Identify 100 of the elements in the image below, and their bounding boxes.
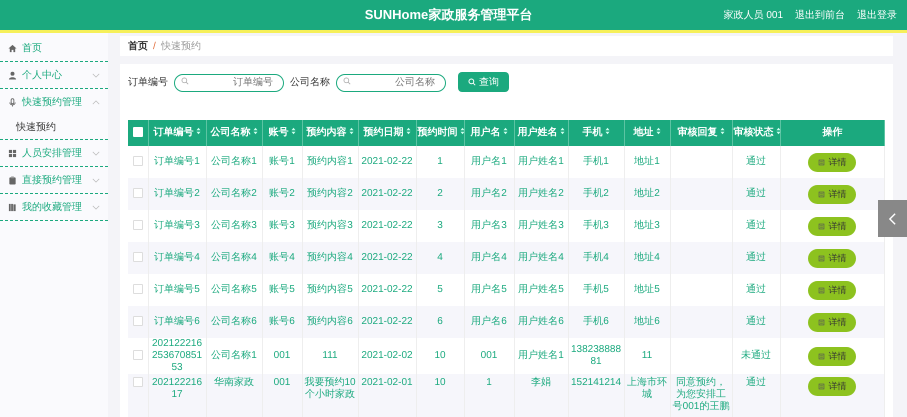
table-cell: 3 [437, 220, 443, 231]
sort-icon[interactable] [196, 127, 200, 135]
details-button[interactable]: 详情 [808, 312, 856, 332]
sort-icon[interactable] [604, 127, 610, 135]
user-icon [8, 70, 17, 80]
app-title: SUNHome家政服务管理平台 [364, 6, 532, 24]
collapse-tab[interactable] [878, 200, 907, 237]
table-cell: 通过 [746, 316, 766, 327]
row-checkbox[interactable] [132, 350, 143, 360]
table-cell: 未通过 [741, 350, 771, 361]
table-cell: 地址6 [634, 316, 660, 327]
table-cell: 6 [437, 316, 443, 327]
column-header[interactable]: 订单编号 [148, 120, 206, 146]
sort-icon[interactable] [560, 127, 564, 135]
details-button[interactable]: 详情 [808, 216, 856, 236]
table-cell: 通过 [746, 188, 766, 199]
table-cell: 001 [480, 350, 498, 361]
details-button[interactable]: 详情 [808, 280, 856, 300]
search-field[interactable]: 公司名称 [336, 74, 446, 92]
table-cell: 手机3 [583, 220, 609, 231]
details-button[interactable]: 详情 [808, 377, 856, 396]
row-checkbox[interactable] [132, 284, 143, 294]
field-label: 公司名称 [290, 76, 330, 89]
column-header[interactable]: 手机 [568, 120, 624, 146]
table-cell: 公司名称6 [211, 316, 257, 327]
table-cell: 1 [486, 377, 492, 388]
details-button[interactable]: 详情 [808, 346, 856, 366]
column-header[interactable]: 预约内容 [302, 120, 358, 146]
table-cell: 公司名称2 [211, 188, 257, 199]
table-cell: 手机4 [583, 252, 609, 263]
table-cell: 2021-02-01 [361, 377, 413, 388]
column-header[interactable]: 用户名 [464, 120, 514, 146]
sort-icon[interactable] [502, 127, 508, 135]
table-cell: 20212221625367085153 [152, 338, 202, 373]
sidebar-item[interactable]: 人员安排管理 [0, 140, 108, 167]
sort-icon[interactable] [252, 127, 258, 135]
sort-icon[interactable] [720, 127, 724, 135]
table-cell: 通过 [746, 252, 766, 263]
table-cell: 用户姓名1 [518, 350, 564, 361]
table-cell: 上海市环城 [627, 377, 667, 400]
column-header[interactable]: 审核状态 [732, 120, 780, 146]
table-cell: 地址5 [634, 284, 660, 295]
table-cell: 预约内容5 [307, 284, 353, 295]
sidebar-item[interactable]: 快速预约管理 [0, 89, 108, 115]
row-checkbox[interactable] [132, 220, 143, 230]
details-button[interactable]: 详情 [808, 152, 856, 172]
table-cell: 用户名6 [471, 316, 507, 327]
column-header[interactable]: 预约日期 [358, 120, 416, 146]
sidebar-item[interactable]: 直接预约管理 [0, 167, 108, 194]
column-header[interactable]: 公司名称 [206, 120, 262, 146]
table-cell: 公司名称1 [211, 350, 257, 361]
search-icon [468, 78, 476, 86]
row-checkbox[interactable] [132, 252, 143, 262]
row-checkbox[interactable] [132, 377, 143, 388]
sidebar-item[interactable]: 首页 [0, 35, 108, 62]
row-checkbox[interactable] [132, 156, 143, 166]
select-all-checkbox[interactable] [132, 127, 143, 138]
table-cell: 用户名4 [471, 252, 507, 263]
search-field[interactable]: 订单编号 [174, 74, 284, 92]
document-icon [818, 158, 826, 166]
table-cell: 用户名1 [471, 156, 507, 167]
table-cell: 同意预约，为您安排工号001的王鹏 [672, 377, 730, 412]
header-link[interactable]: 退出到前台 [795, 8, 846, 22]
document-icon [818, 318, 826, 326]
table-cell: 用户名3 [471, 220, 507, 231]
chevron-down-icon [92, 178, 100, 182]
table-cell: 地址3 [634, 220, 660, 231]
search-button[interactable]: 查询 [458, 72, 509, 92]
column-header[interactable]: 预约时间 [416, 120, 464, 146]
sort-icon[interactable] [406, 127, 410, 135]
column-header[interactable]: 操作 [780, 120, 884, 146]
table-cell: 用户姓名4 [518, 252, 564, 263]
table-cell: 2021-02-22 [361, 188, 413, 199]
table-cell: 公司名称3 [211, 220, 257, 231]
column-header[interactable]: 审核回复 [670, 120, 732, 146]
table-cell: 预约内容4 [307, 252, 353, 263]
row-checkbox[interactable] [132, 316, 143, 326]
table-cell: 账号4 [269, 252, 295, 263]
header-link[interactable]: 退出登录 [857, 8, 898, 22]
breadcrumb-link[interactable]: 快速预约 [160, 39, 201, 53]
details-button[interactable]: 详情 [808, 248, 856, 268]
sort-icon[interactable] [348, 127, 354, 135]
table-cell: 用户名2 [471, 188, 507, 199]
sidebar-item[interactable]: 个人中心 [0, 62, 108, 89]
column-header[interactable]: 账号 [262, 120, 302, 146]
row-checkbox[interactable] [132, 188, 143, 198]
table-cell: 账号5 [269, 284, 295, 295]
sidebar-item[interactable]: 我的收藏管理 [0, 194, 108, 221]
details-button[interactable]: 详情 [808, 184, 856, 204]
table-cell: 152141214 [570, 377, 622, 388]
sort-icon[interactable] [290, 127, 296, 135]
sort-icon[interactable] [656, 127, 660, 135]
chevron-down-icon [92, 72, 100, 78]
column-header[interactable]: 地址 [624, 120, 670, 146]
table-cell: 20212221617 [152, 377, 202, 400]
sidebar-subitem[interactable]: 快速预约 [0, 115, 108, 140]
column-header[interactable]: 用户姓名 [514, 120, 568, 146]
breadcrumb-link[interactable]: 首页 [128, 39, 148, 53]
chevron-up-icon [92, 100, 100, 104]
book-icon [8, 202, 17, 212]
